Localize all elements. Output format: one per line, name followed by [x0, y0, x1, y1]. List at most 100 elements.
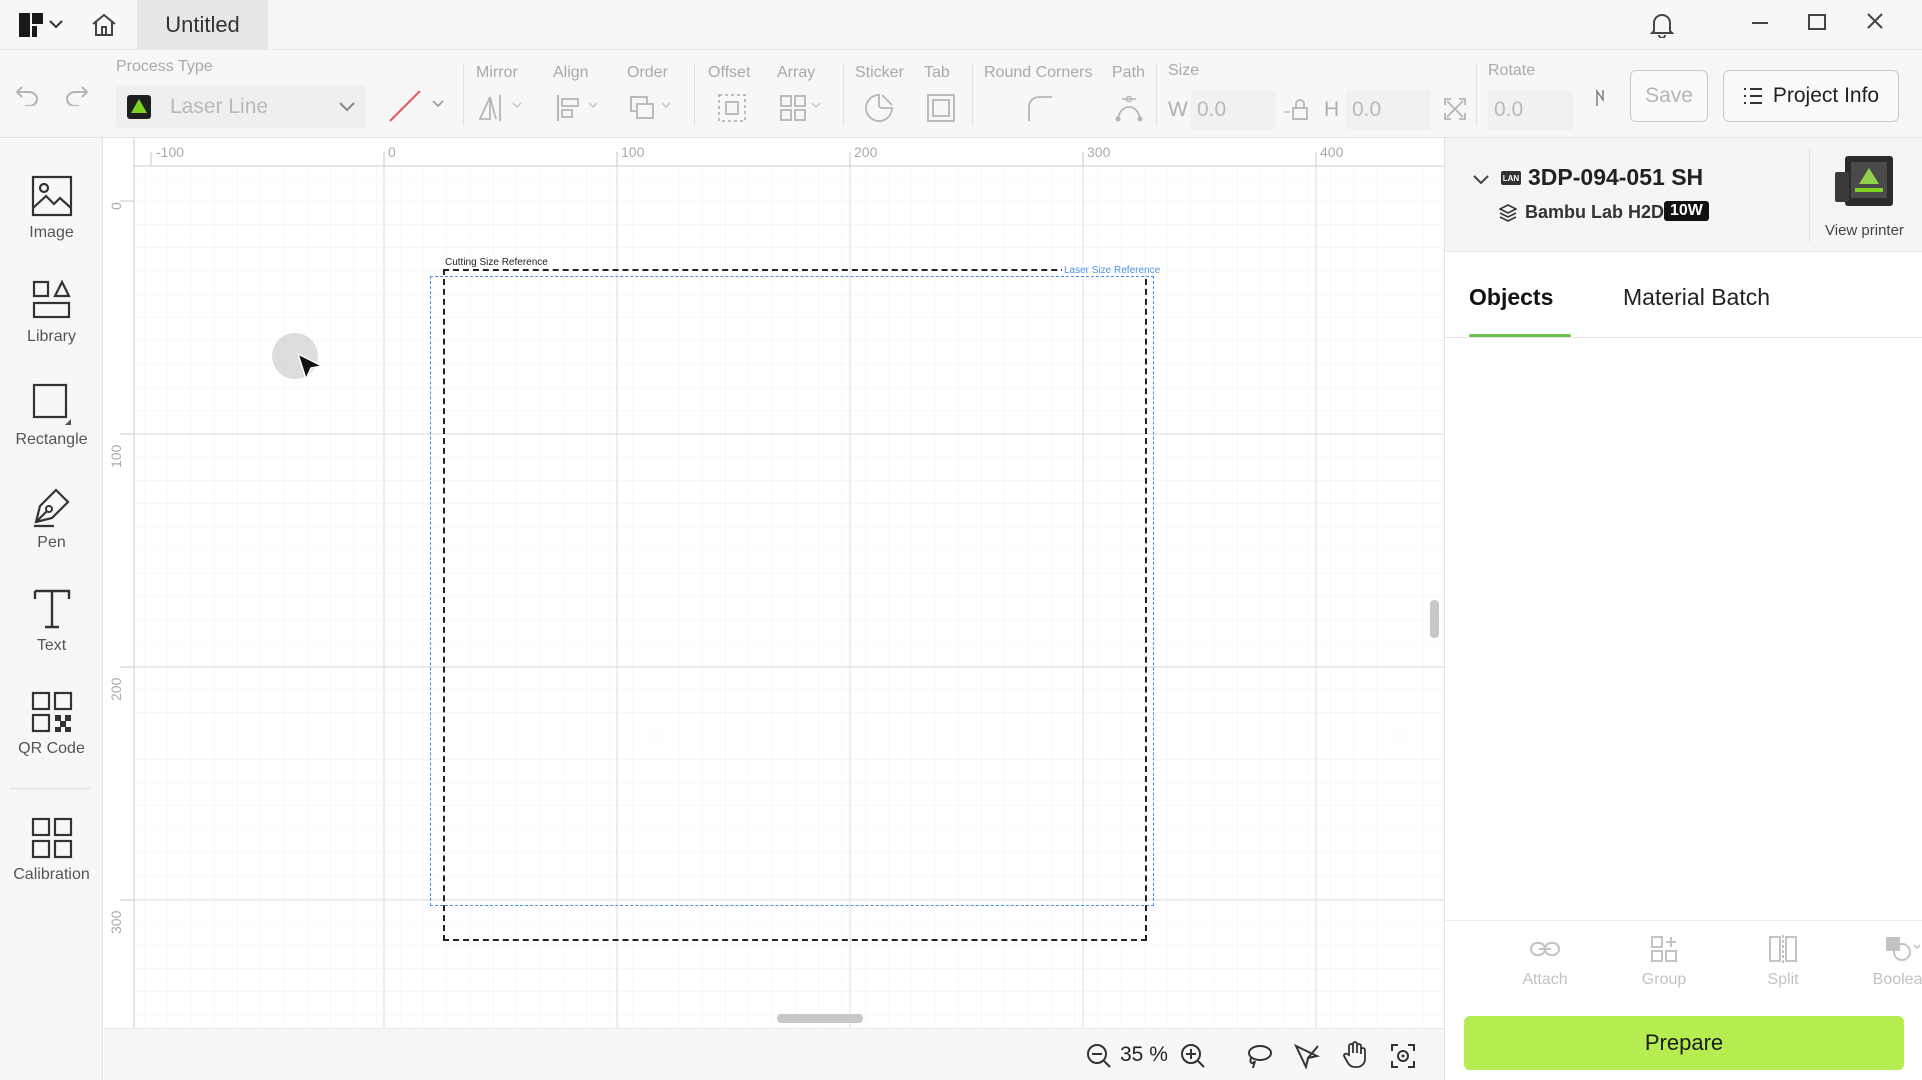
project-info-label: Project Info	[1772, 84, 1880, 107]
offset-icon[interactable]	[715, 90, 749, 126]
boolean-icon	[1886, 937, 1921, 961]
left-toolbar: Image Library Rectangle Pen Text QR Code…	[0, 138, 103, 1080]
printer-name: 3DP-094-051 SH	[1528, 164, 1704, 190]
align-icon[interactable]	[554, 90, 604, 126]
ruler-y-label: 200	[108, 677, 124, 701]
power-badge: 10W	[1664, 201, 1709, 221]
lan-badge: LAN	[1501, 171, 1521, 185]
printer-model: Bambu Lab H2D	[1525, 202, 1665, 222]
height-label: H	[1324, 98, 1340, 121]
round-corners-icon[interactable]	[1022, 90, 1056, 126]
width-input[interactable]: 0.0	[1191, 90, 1276, 130]
process-type-select[interactable]: Laser Line	[116, 86, 366, 128]
sidebar-item-label: Pen	[37, 534, 66, 551]
boolean-button[interactable]: Boolean	[1862, 933, 1922, 989]
separator	[843, 64, 844, 126]
ruler-x-label: 100	[621, 144, 645, 160]
printer-image-icon[interactable]	[1833, 154, 1897, 215]
tab-icon[interactable]	[924, 90, 958, 126]
horizontal-scrollbar[interactable]	[777, 1014, 863, 1023]
mirror-label: Mirror	[476, 64, 518, 81]
ruler-x-label: 200	[854, 144, 878, 160]
calibration-icon	[31, 817, 72, 859]
boolean-label: Boolean	[1872, 971, 1922, 988]
app-menu-chevron-icon[interactable]	[46, 14, 66, 34]
separator	[1156, 64, 1157, 126]
redo-icon[interactable]	[62, 80, 92, 110]
sidebar-item-rectangle[interactable]: Rectangle	[0, 381, 103, 471]
right-panel: LAN 3DP-094-051 SH Bambu Lab H2D 10W Vie…	[1444, 138, 1922, 1080]
canvas-bottom-bar: 35 %	[104, 1028, 1444, 1080]
select-tool-icon[interactable]	[1292, 1041, 1322, 1071]
round-corners-label: Round Corners	[984, 64, 1093, 81]
app-logo-icon[interactable]	[16, 10, 46, 40]
undo-icon[interactable]	[12, 80, 42, 110]
fit-view-icon[interactable]	[1388, 1041, 1418, 1071]
fit-size-icon[interactable]	[1440, 94, 1470, 124]
line-color-icon[interactable]	[385, 86, 425, 126]
split-button[interactable]: Split	[1743, 933, 1823, 989]
array-icon[interactable]	[777, 90, 827, 126]
height-input[interactable]: 0.0	[1346, 90, 1431, 130]
pan-hand-icon[interactable]	[1340, 1040, 1370, 1070]
order-icon[interactable]	[627, 90, 677, 126]
sidebar-item-text[interactable]: Text	[0, 587, 103, 677]
design-canvas[interactable]: -100 0 100 200 300 400 0 100 200 300 Cut…	[104, 138, 1444, 1028]
project-info-button[interactable]: Project Info	[1723, 70, 1899, 122]
sticker-label: Sticker	[855, 64, 904, 81]
sidebar-item-library[interactable]: Library	[0, 278, 103, 368]
width-label: W	[1168, 98, 1188, 121]
save-button[interactable]: Save	[1630, 70, 1708, 122]
path-label: Path	[1112, 64, 1145, 81]
rotate-input[interactable]: 0.0	[1488, 90, 1573, 130]
tab-untitled[interactable]: Untitled	[137, 0, 268, 50]
separator	[1476, 64, 1477, 126]
view-printer-link[interactable]: View printer	[1825, 222, 1904, 239]
object-tools-divider	[1445, 920, 1922, 921]
line-color-chevron-icon[interactable]	[430, 96, 446, 112]
mouse-pointer-icon	[296, 352, 326, 387]
printer-selector[interactable]: LAN 3DP-094-051 SH Bambu Lab H2D 10W Vie…	[1445, 138, 1922, 252]
ruler-y-label: 0	[108, 202, 124, 210]
objects-list	[1445, 338, 1922, 898]
separator	[694, 64, 695, 126]
sidebar-item-qr-code[interactable]: QR Code	[0, 690, 103, 780]
path-edit-icon[interactable]	[1112, 90, 1146, 126]
group-button[interactable]: Group	[1624, 933, 1704, 989]
split-label: Split	[1767, 971, 1799, 988]
printer-model-icon	[1497, 202, 1519, 224]
sidebar-item-image[interactable]: Image	[0, 174, 103, 264]
aspect-lock-icon[interactable]	[1280, 96, 1320, 124]
sidebar-item-label: QR Code	[18, 740, 85, 757]
tab-objects[interactable]: Objects	[1469, 284, 1553, 311]
array-label: Array	[777, 64, 816, 81]
prepare-button[interactable]: Prepare	[1464, 1016, 1904, 1070]
library-icon	[32, 279, 71, 319]
zoom-out-icon[interactable]	[1084, 1041, 1114, 1071]
maximize-window-icon[interactable]	[1802, 6, 1832, 36]
lasso-select-icon[interactable]	[1244, 1041, 1274, 1071]
mirror-icon[interactable]	[476, 90, 526, 126]
order-label: Order	[627, 64, 668, 81]
toolbar-more-icon[interactable]	[1592, 86, 1608, 110]
home-icon[interactable]	[88, 10, 120, 40]
sidebar-item-pen[interactable]: Pen	[0, 484, 103, 574]
close-window-icon[interactable]	[1860, 6, 1890, 36]
zoom-in-icon[interactable]	[1178, 1041, 1208, 1071]
process-type-value: Laser Line	[170, 95, 269, 118]
toolbar: Process Type Laser Line Mirror Align Ord…	[0, 50, 1922, 138]
tab-material-batch[interactable]: Material Batch	[1623, 284, 1770, 311]
vertical-scrollbar[interactable]	[1430, 600, 1439, 638]
minimize-window-icon[interactable]	[1745, 8, 1775, 38]
chevron-down-icon[interactable]	[1469, 168, 1493, 192]
attach-button[interactable]: Attach	[1505, 933, 1585, 989]
rectangle-icon	[32, 383, 71, 425]
notification-bell-icon[interactable]	[1647, 10, 1677, 40]
zoom-level[interactable]: 35 %	[1120, 1043, 1168, 1067]
sidebar-divider	[10, 788, 90, 789]
sticker-icon[interactable]	[862, 90, 896, 126]
panel-divider	[1809, 148, 1810, 242]
sidebar-item-label: Library	[27, 328, 76, 345]
sidebar-item-calibration[interactable]: Calibration	[0, 816, 103, 906]
group-icon	[1651, 936, 1677, 962]
